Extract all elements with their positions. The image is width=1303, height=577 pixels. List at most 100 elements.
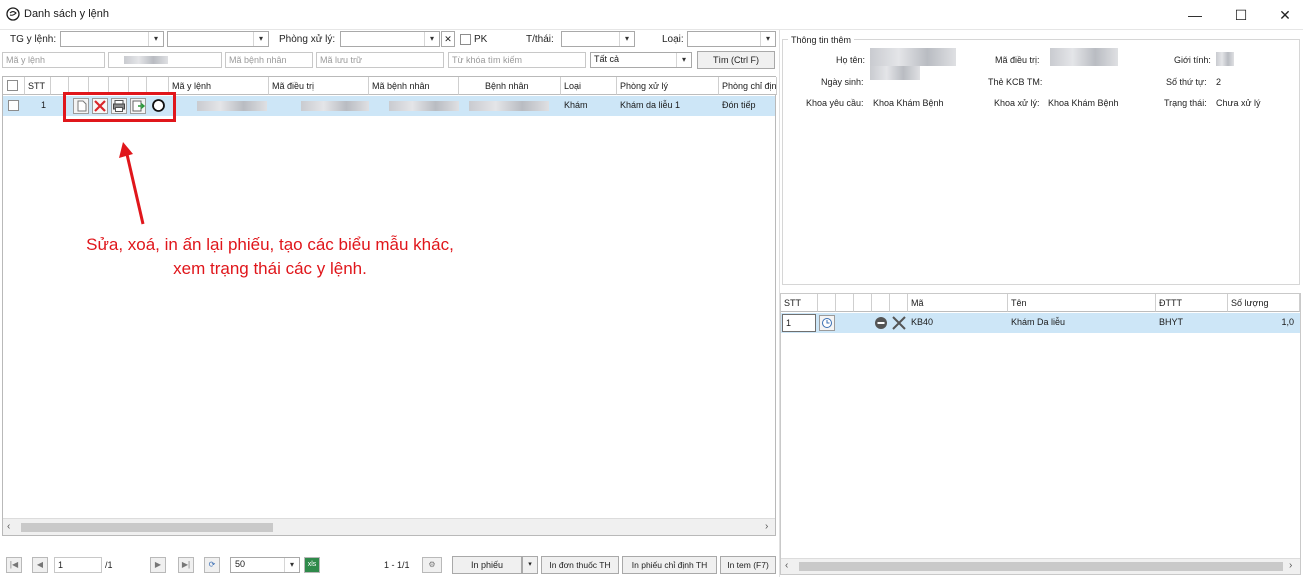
chevron-down-icon: ▾ (676, 53, 691, 67)
khoa-xu-ly-value: Khoa Khám Bệnh (1048, 98, 1119, 108)
loai-combo[interactable]: ▾ (687, 31, 776, 47)
phong-xu-ly-combo[interactable]: ▾ (340, 31, 440, 47)
maximize-button[interactable]: ☐ (1218, 0, 1264, 30)
trang-thai-combo[interactable]: ▾ (561, 31, 635, 47)
col-ma-dieu-tri[interactable]: Mã điều trị (269, 77, 369, 95)
in-phieu-button[interactable]: In phiếu (452, 556, 522, 574)
detail-col-dttt[interactable]: ĐTTT (1156, 294, 1228, 312)
scroll-left-icon[interactable]: ‹ (7, 521, 10, 532)
ma-luu-tru-input[interactable]: Mã lưu trữ (316, 52, 444, 68)
select-all-checkbox[interactable] (7, 80, 18, 91)
ma-benh-nhan-input[interactable]: Mã bệnh nhân (225, 52, 313, 68)
scroll-thumb[interactable] (21, 523, 273, 532)
tg-y-lenh-from-combo[interactable]: ▾ (60, 31, 164, 47)
detail-grid-scrollbar[interactable]: ‹ › (781, 558, 1300, 574)
trang-thai-label: Trạng thái: (1164, 98, 1207, 108)
detail-col-ma[interactable]: Mã (908, 294, 1008, 312)
detail-grid: STT Mã Tên ĐTTT Số lượng 1 KB40 Khám Da … (780, 293, 1301, 575)
detail-col-icon-3 (854, 294, 872, 312)
col-phong-chi-dinh[interactable]: Phòng chỉ định (719, 77, 777, 95)
settings-gear-icon[interactable]: ⚙ (422, 557, 442, 573)
chevron-down-icon: ▾ (253, 32, 268, 46)
so-thu-tu-label: Số thứ tự: (1166, 77, 1207, 87)
ma-dieu-tri-label: Mã điều trị: (995, 55, 1040, 65)
trang-thai-filter-label: T/thái: (526, 34, 554, 45)
main-grid-scrollbar[interactable]: ‹ › (3, 518, 775, 535)
close-button[interactable]: ✕ (1262, 0, 1303, 30)
detail-col-stt[interactable]: STT (781, 294, 818, 312)
chevron-down-icon: ▾ (284, 558, 299, 572)
redacted-ho-ten (870, 48, 956, 66)
tu-khoa-input[interactable]: Từ khóa tìm kiếm (448, 52, 586, 68)
ma-y-lenh-input[interactable]: Mã y lệnh (2, 52, 105, 68)
detail-row-so-luong: 1,0 (1281, 317, 1294, 327)
detail-col-ten[interactable]: Tên (1008, 294, 1156, 312)
in-don-thuoc-button[interactable]: In đơn thuốc TH (541, 556, 619, 574)
detail-col-icon-1 (818, 294, 836, 312)
col-ma-y-lenh[interactable]: Mã y lệnh (169, 77, 269, 95)
info-panel-legend: Thông tin thêm (788, 35, 855, 45)
detail-row-ten: Khám Da liễu (1011, 317, 1066, 327)
first-page-icon[interactable]: |◀ (6, 557, 22, 573)
minimize-button[interactable]: — (1172, 0, 1218, 30)
delete-x-icon[interactable] (891, 315, 907, 331)
prev-page-icon[interactable]: ◀ (32, 557, 48, 573)
status-select-value: Tất cả (594, 54, 620, 64)
col-ma-benh-nhan[interactable]: Mã bệnh nhân (369, 77, 459, 95)
detail-col-icon-4 (872, 294, 890, 312)
detail-row-stt[interactable]: 1 (782, 314, 816, 332)
scroll-right-icon[interactable]: › (1289, 560, 1292, 571)
detail-row-ma: KB40 (911, 317, 934, 327)
clear-phong-button[interactable]: ✕ (441, 31, 455, 47)
scroll-left-icon[interactable]: ‹ (785, 560, 788, 571)
page-size-value: 50 (235, 559, 246, 569)
col-stt[interactable]: STT (25, 77, 51, 95)
clock-status-icon[interactable] (819, 315, 835, 331)
pager: |◀ ◀ 1 /1 ▶ ▶| ⟳ 50 ▾ xls 1 - 1/1 ⚙ In p… (2, 556, 778, 575)
info-panel (782, 39, 1300, 285)
tg-y-lenh-label: TG y lệnh: (10, 34, 57, 45)
page-total: /1 (105, 560, 113, 570)
record-range: 1 - 1/1 (384, 560, 410, 570)
title-bar: Danh sách y lệnh — ☐ ✕ (0, 0, 1303, 30)
excel-export-icon[interactable]: xls (304, 557, 320, 573)
col-loai[interactable]: Loại (561, 77, 617, 95)
ngay-sinh-label: Ngày sinh: (821, 77, 864, 87)
redacted-benh-nhan (469, 101, 549, 111)
chevron-down-icon: ▾ (619, 32, 634, 46)
row-stt: 1 (40, 100, 46, 110)
pk-checkbox[interactable] (460, 34, 471, 45)
tg-y-lenh-to-combo[interactable]: ▾ (167, 31, 269, 47)
ma-dieu-tri-input[interactable] (108, 52, 222, 68)
page-number-input[interactable]: 1 (54, 557, 102, 573)
detail-col-icon-5 (890, 294, 908, 312)
annotation-line-2: xem trạng thái các y lệnh. (173, 259, 367, 278)
col-benh-nhan[interactable]: Bệnh nhân (459, 77, 561, 95)
khoa-xu-ly-label: Khoa xử lý: (994, 98, 1040, 108)
detail-col-so-luong[interactable]: Số lượng (1228, 294, 1300, 312)
trang-thai-value: Chưa xử lý (1216, 98, 1261, 108)
last-page-icon[interactable]: ▶| (178, 557, 194, 573)
refresh-icon[interactable]: ⟳ (204, 557, 220, 573)
col-phong-xu-ly[interactable]: Phòng xử lý (617, 77, 719, 95)
row-checkbox[interactable] (8, 100, 19, 111)
scroll-right-icon[interactable]: › (765, 521, 768, 532)
detail-scroll-thumb[interactable] (799, 562, 1283, 571)
red-arrow-icon (119, 142, 145, 225)
loai-label: Loại: (662, 34, 684, 45)
in-tem-button[interactable]: In tem (F7) (720, 556, 776, 574)
next-page-icon[interactable]: ▶ (150, 557, 166, 573)
in-phieu-chi-dinh-button[interactable]: In phiếu chỉ định TH (622, 556, 717, 574)
in-phieu-dropdown-icon[interactable]: ▾ (522, 556, 538, 574)
highlight-box (63, 92, 176, 122)
redacted-ngay-sinh (870, 66, 920, 80)
row-loai: Khám (564, 100, 588, 110)
page-size-select[interactable]: 50 ▾ (230, 557, 300, 573)
phong-xu-ly-label: Phòng xử lý: (279, 34, 336, 45)
window-title: Danh sách y lệnh (24, 8, 109, 20)
status-select[interactable]: Tất cả ▾ (590, 52, 692, 68)
remove-circle-icon[interactable] (874, 316, 888, 330)
pk-label: PK (474, 34, 488, 45)
find-button[interactable]: Tìm (Ctrl F) (697, 51, 775, 69)
app-logo-icon (6, 7, 20, 21)
